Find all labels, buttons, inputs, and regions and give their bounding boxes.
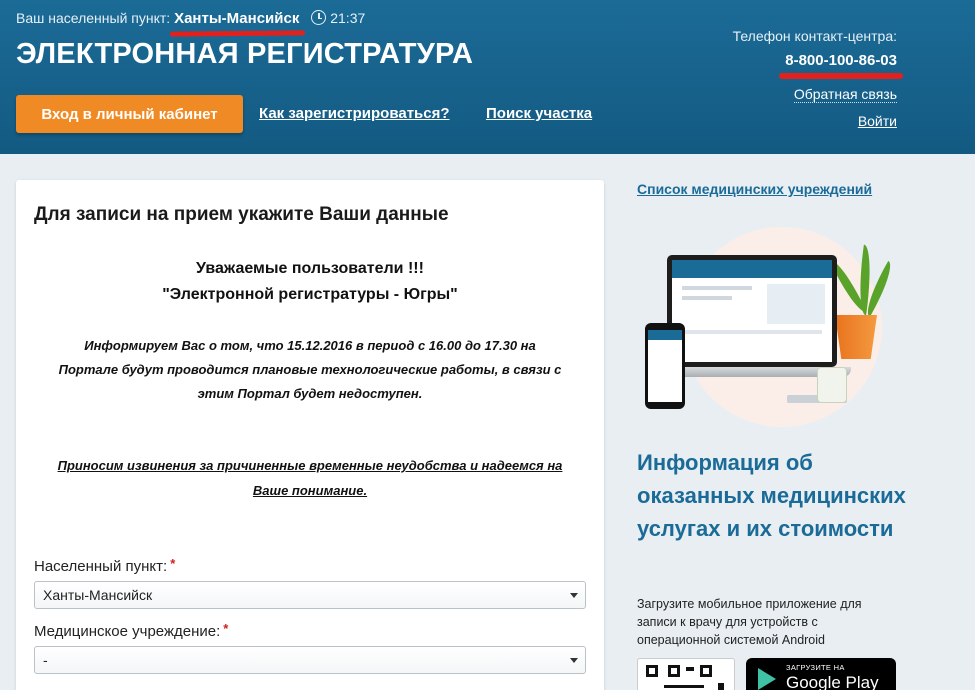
smartphone-image	[645, 323, 685, 409]
city-label-text: Населенный пункт:	[34, 558, 168, 575]
institution-label-text: Медицинское учреждение:	[34, 623, 221, 640]
google-play-badge[interactable]: ЗАГРУЗИТЕ НА Google Play	[746, 658, 896, 690]
institution-field-label: Медицинское учреждение: *	[34, 621, 228, 640]
appointment-form-card: Для записи на прием укажите Ваши данные …	[16, 180, 604, 690]
how-to-register-link[interactable]: Как зарегистрироваться?	[259, 105, 450, 122]
contact-phone: 8-800-100-86-03	[779, 52, 903, 79]
signin-link[interactable]: Войти	[858, 113, 897, 129]
google-play-icon	[758, 668, 776, 690]
page-title: Для записи на прием укажите Ваши данные	[34, 204, 449, 225]
find-district-link[interactable]: Поиск участка	[486, 105, 592, 122]
chevron-down-icon	[570, 658, 578, 663]
clock-icon	[311, 10, 327, 25]
site-title[interactable]: ЭЛЕКТРОННАЯ РЕГИСТРАТУРА	[16, 38, 473, 71]
chevron-down-icon	[570, 593, 578, 598]
devices-illustration	[637, 215, 899, 440]
notice-text-1: Информируем Вас о том, что 15.12.2016 в …	[84, 338, 536, 353]
google-play-caption: ЗАГРУЗИТЕ НА	[786, 663, 845, 672]
apology-text-1: Приносим извинения за причиненные времен…	[57, 458, 563, 473]
qr-code-icon[interactable]	[637, 658, 735, 690]
apology-text-2: Ваше понимание.	[252, 483, 368, 498]
current-time: 21:37	[330, 10, 366, 26]
location-bar: Ваш населенный пункт: Ханты-Мансийск 21:…	[16, 10, 365, 27]
location-city[interactable]: Ханты-Мансийск	[174, 10, 299, 27]
city-select-value: Ханты-Мансийск	[43, 587, 153, 603]
required-mark: *	[223, 621, 229, 636]
site-header: Ваш населенный пункт: Ханты-Мансийск 21:…	[0, 0, 975, 154]
city-select[interactable]: Ханты-Мансийск	[34, 581, 586, 609]
laptop-image	[667, 255, 837, 367]
notice-heading-2: "Электронной регистратуры - Югры"	[162, 286, 458, 303]
google-play-title: Google Play	[786, 673, 879, 690]
phone-label: Телефон контакт-центра:	[732, 28, 897, 44]
jar-image	[817, 367, 847, 403]
mobile-app-text: Загрузите мобильное приложение для запис…	[637, 597, 862, 647]
notice-text-2: Порталe будут проводится плановые технол…	[58, 362, 562, 377]
institutions-list-link[interactable]: Список медицинских учреждений	[637, 181, 872, 197]
institution-select-value: -	[43, 652, 48, 668]
location-label: Ваш населенный пункт:	[16, 10, 171, 26]
login-button[interactable]: Вход в личный кабинет	[16, 95, 243, 133]
services-info-link[interactable]: Информация об оказанных медицинских услу…	[637, 446, 917, 545]
institution-select[interactable]: -	[34, 646, 586, 674]
city-field-label: Населенный пункт: *	[34, 556, 175, 575]
required-mark: *	[170, 556, 176, 571]
notice-text-3: этим Портал будет недоступен.	[197, 386, 423, 401]
feedback-link[interactable]: Обратная связь	[793, 86, 897, 103]
plant-pot	[835, 315, 877, 359]
notice-heading-1: Уважаемые пользователи !!!	[196, 260, 424, 277]
